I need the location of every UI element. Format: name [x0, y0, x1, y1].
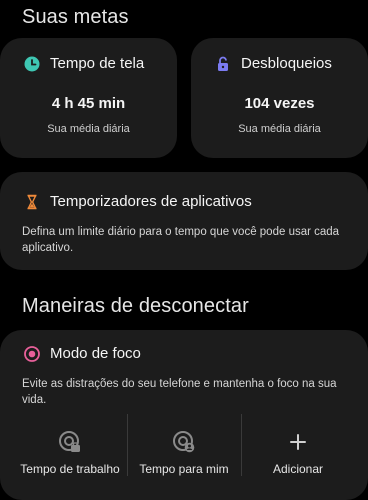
app-timers-desc: Defina um limite diário para o tempo que… [22, 226, 340, 254]
work-time-button[interactable]: Tempo de trabalho [16, 426, 124, 498]
screen-time-card[interactable]: Tempo de tela 4 h 45 min Sua média diári… [0, 38, 177, 158]
mode-divider [241, 414, 242, 476]
clock-icon [24, 56, 40, 71]
me-time-focus-icon [173, 431, 195, 453]
screen-time-label: Tempo de tela [50, 55, 145, 72]
plus-icon [290, 434, 306, 450]
screen-time-sub: Sua média diária [47, 123, 130, 135]
unlock-icon [218, 56, 228, 71]
focus-mode-desc: Evite as distrações do seu telefone e ma… [22, 378, 337, 406]
unlocks-card[interactable]: Desbloqueios 104 vezes Sua média diária [191, 38, 368, 158]
disconnect-section-title: Maneiras de desconectar [22, 295, 249, 317]
unlocks-value: 104 vezes [244, 95, 315, 112]
add-mode-label: Adicionar [272, 462, 324, 476]
me-time-button[interactable]: Tempo para mim [130, 426, 238, 498]
work-time-label: Tempo de trabalho [20, 462, 120, 476]
focus-target-icon [24, 345, 40, 362]
hourglass-icon [27, 194, 37, 209]
unlocks-label: Desbloqueios [241, 55, 332, 72]
me-time-label: Tempo para mim [139, 462, 229, 476]
focus-mode-card: Modo de foco Evite as distrações do seu … [0, 330, 368, 500]
unlocks-sub: Sua média diária [238, 123, 321, 135]
add-mode-button[interactable]: Adicionar [244, 426, 352, 498]
focus-mode-label: Modo de foco [50, 345, 141, 362]
app-timers-label: Temporizadores de aplicativos [50, 193, 252, 210]
mode-divider [127, 414, 128, 476]
work-focus-icon [59, 431, 80, 452]
app-timers-card[interactable]: Temporizadores de aplicativos Defina um … [0, 172, 368, 270]
focus-mode-header[interactable]: Modo de foco [24, 345, 141, 362]
screen-time-value: 4 h 45 min [51, 95, 126, 112]
goals-section-title: Suas metas [22, 6, 129, 28]
